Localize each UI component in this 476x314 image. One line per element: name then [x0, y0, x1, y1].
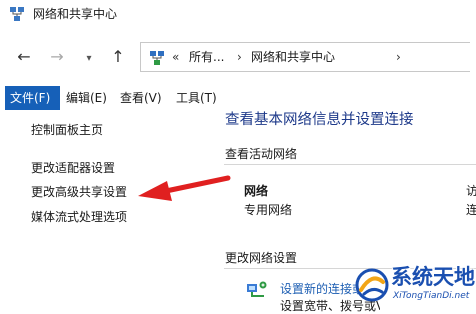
- watermark-logo: [355, 268, 389, 302]
- red-arrow-annotation: [138, 175, 231, 201]
- watermark-brand: 系统天地: [391, 265, 475, 289]
- watermark-url: XiTongTianDi.net: [393, 291, 470, 301]
- watermark: 系统天地 XiTongTianDi.net: [355, 262, 476, 307]
